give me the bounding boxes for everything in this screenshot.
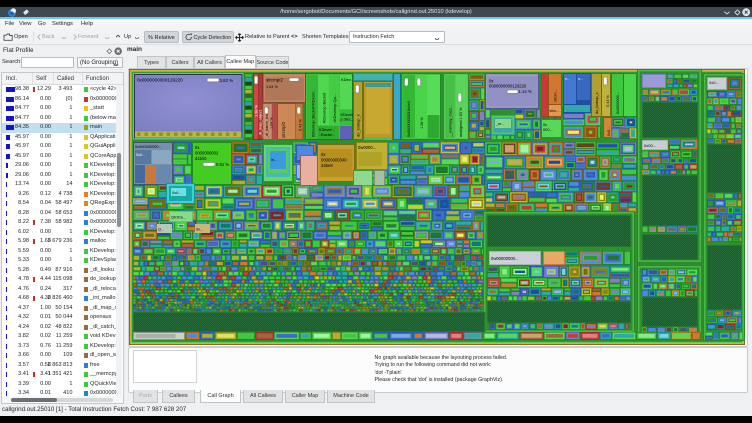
- svg-text:::Bucke...: ::Bucke...: [319, 132, 335, 137]
- svg-text:x...: x...: [578, 76, 583, 81]
- svg-text:in...: in...: [271, 157, 277, 162]
- svg-text:KDevelop::Bucket: KDevelop::Bucket: [323, 92, 327, 123]
- svg-text:0x00...: 0x00...: [644, 143, 656, 148]
- svg-text:KDevelop::Bucket<KDevel...: KDevelop::Bucket<KDevel...: [312, 89, 316, 137]
- svg-text:_dl_map_object: _dl_map_object: [259, 109, 263, 138]
- svg-text:1.28 %: 1.28 %: [420, 117, 424, 129]
- svg-text:0.43 %: 0.43 %: [606, 95, 610, 107]
- svg-text:0x0000000000129220: 0x0000000000129220: [137, 78, 183, 83]
- svg-text:34be8: 34be8: [321, 163, 333, 168]
- svg-text:00000000340: 00000000340: [321, 158, 347, 163]
- svg-text:KDev...: KDev...: [341, 77, 354, 82]
- svg-text:__memcpy_sse2...: __memcpy_sse2...: [449, 105, 453, 138]
- svg-text:1.64 %: 1.64 %: [266, 85, 278, 89]
- svg-text:strcmp/2: strcmp/2: [266, 78, 283, 83]
- svg-text:do_lookup_x: do_lookup_x: [356, 114, 361, 137]
- svg-text:0x0...: 0x0...: [607, 127, 611, 136]
- svg-text:d1b/i0: d1b/i0: [195, 156, 207, 161]
- svg-text:strcmp/2: strcmp/2: [281, 121, 286, 138]
- svg-text:0x0000000...: 0x0000000...: [616, 92, 620, 114]
- svg-text:0x000000000...: 0x000000000...: [135, 144, 162, 149]
- svg-text:0.43 %: 0.43 %: [299, 119, 303, 131]
- svg-text:x...: x...: [565, 76, 570, 81]
- svg-text:<KDevelop::Qu...: <KDevelop::Qu...: [333, 94, 337, 123]
- svg-text:1.14 %: 1.14 %: [519, 89, 532, 94]
- svg-text:0000000002: 0000000002: [195, 151, 219, 156]
- svg-text:000...: 000...: [543, 127, 553, 132]
- svg-text:0.61 %: 0.61 %: [216, 162, 229, 167]
- svg-text:do_lookup_x: do_lookup_x: [595, 92, 599, 114]
- svg-text:p::Buc...: p::Buc...: [341, 118, 355, 122]
- svg-text:strcm...: strcm...: [553, 89, 558, 102]
- svg-text:_m...: _m...: [495, 122, 504, 126]
- svg-text:unaligned 1.93 %: unaligned 1.93 %: [459, 107, 463, 137]
- svg-text:3.82 %: 3.82 %: [220, 78, 234, 83]
- svg-text:KDevelo: KDevelo: [341, 113, 355, 117]
- svg-text:0x0...: 0x0...: [709, 80, 719, 85]
- svg-text:0x00000000031b4e0: 0x00000000031b4e0: [407, 101, 411, 137]
- svg-text:0w0000...: 0w0000...: [358, 145, 376, 150]
- svg-text:0x0...: 0x0...: [136, 153, 145, 157]
- svg-text:1.98 %: 1.98 %: [253, 104, 258, 117]
- svg-text:0000000000129220: 0000000000129220: [489, 84, 527, 89]
- svg-text:strc...: strc...: [550, 108, 560, 113]
